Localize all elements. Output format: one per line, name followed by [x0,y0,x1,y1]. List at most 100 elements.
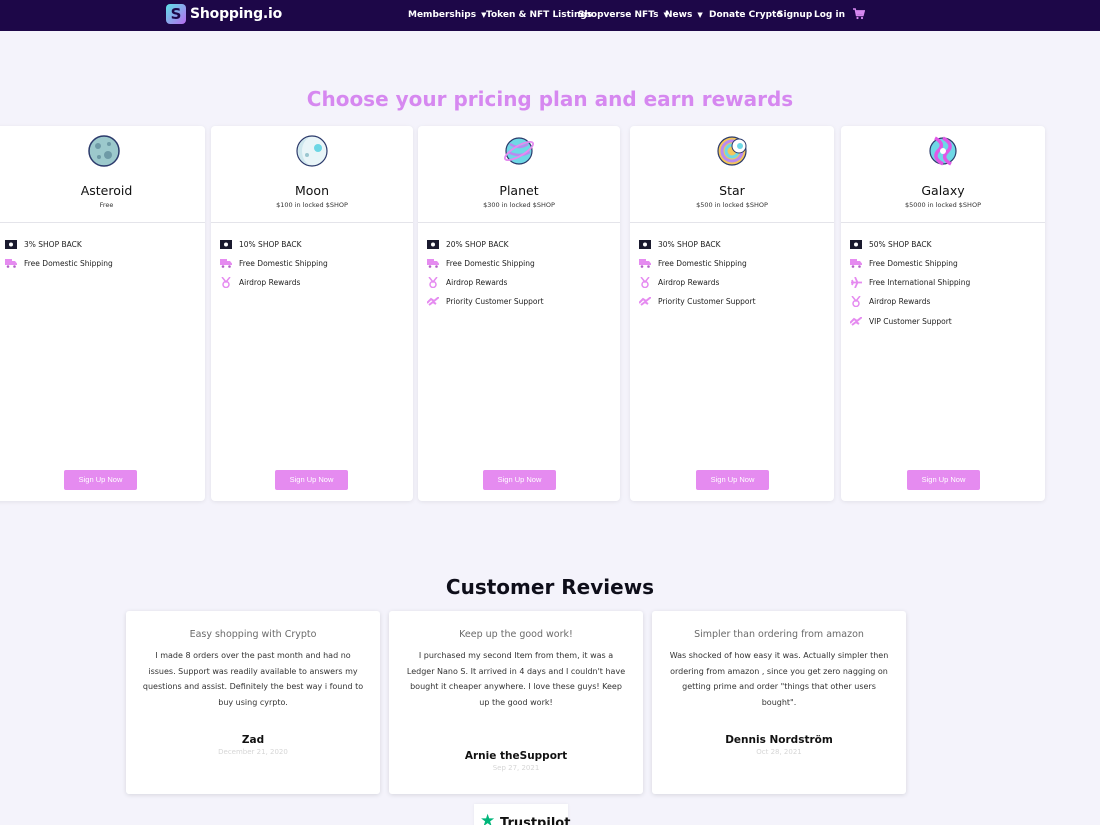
plan-name: Planet [499,183,539,198]
planet-icon [418,134,620,168]
plan-feature: 20% SHOP BACK [427,237,509,251]
reviews-heading: Customer Reviews [445,575,655,599]
review-body: Was shocked of how easy it was. Actually… [669,651,889,707]
star-icon [630,134,834,168]
sign-up-button[interactable]: Sign Up Now [64,470,137,490]
plan-feature: Free Domestic Shipping [850,256,958,270]
logo-icon [166,4,186,24]
plan-feature: VIP Customer Support [850,314,952,328]
feature-label: Free Domestic Shipping [24,258,113,268]
plan-card-galaxy: Galaxy $5000 in locked $SHOP 50% SHOP BA… [841,126,1045,501]
feature-label: Airdrop Rewards [658,277,720,287]
nav-label: Donate Crypto [709,10,783,20]
site-logo[interactable]: Shopping.io [166,3,282,25]
truck-icon [5,258,17,268]
feature-label: Airdrop Rewards [869,296,931,306]
nav-signup[interactable]: Signup [777,0,812,31]
plan-feature: 30% SHOP BACK [639,237,721,251]
feature-label: Priority Customer Support [446,296,544,306]
ticket-icon [5,239,17,249]
nav-shopverse-nfts[interactable]: Shopverse NFTs ▼ [578,0,669,31]
feature-label: 3% SHOP BACK [24,239,82,249]
sign-up-button[interactable]: Sign Up Now [696,470,769,490]
feature-label: 30% SHOP BACK [658,239,721,249]
nav-label: Log in [814,10,845,20]
nav-label: News [665,10,693,20]
plan-feature: Airdrop Rewards [850,294,930,308]
nav-login[interactable]: Log in [814,0,845,31]
feature-label: 50% SHOP BACK [869,239,932,249]
nav-news[interactable]: News ▼ [665,0,703,31]
medal-icon [850,295,862,307]
trustpilot-star-icon: ★ [480,811,496,825]
feature-label: VIP Customer Support [869,316,952,326]
review-card: Easy shopping with Crypto I made 8 order… [126,611,380,794]
moon-icon [211,134,413,168]
plane-icon [850,276,862,288]
chevron-down-icon: ▼ [697,11,703,19]
pricing-heading: Choose your pricing plan and earn reward… [306,87,794,111]
truck-icon [220,258,232,268]
review-title: Keep up the good work! [459,629,573,640]
sign-up-button[interactable]: Sign Up Now [483,470,556,490]
galaxy-icon [841,134,1045,168]
feature-label: Free Domestic Shipping [239,258,328,268]
ticket-icon [427,239,439,249]
plan-name: Galaxy [921,183,965,198]
plan-price: $5000 in locked $SHOP [904,201,981,209]
plan-feature: 3% SHOP BACK [5,237,82,251]
plan-price: Free [99,201,114,209]
sign-up-button[interactable]: Sign Up Now [275,470,348,490]
handshake-icon [850,316,862,326]
plan-feature: 10% SHOP BACK [220,237,302,251]
plan-feature: Priority Customer Support [427,294,544,308]
plan-feature: Free Domestic Shipping [220,256,328,270]
cart-icon[interactable] [853,8,865,20]
nav-label: Shopverse NFTs [578,10,659,20]
nav-label: Token & NFT Listings [486,10,593,20]
divider [418,222,620,223]
divider [841,222,1045,223]
medal-icon [220,276,232,288]
review-date: December 21, 2020 [218,748,288,756]
ticket-icon [850,239,862,249]
plan-card-asteroid: Asteroid Free 3% SHOP BACK Free Domestic… [0,126,205,501]
plan-name: Star [719,183,745,198]
ticket-icon [639,239,651,249]
plan-feature: Free International Shipping [850,275,970,289]
plan-feature: Airdrop Rewards [427,275,507,289]
feature-label: Airdrop Rewards [239,277,301,287]
plan-feature: Airdrop Rewards [639,275,719,289]
asteroid-icon [0,134,205,168]
nav-memberships[interactable]: Memberships ▼ [408,0,486,31]
plan-name: Moon [294,183,329,198]
nav-token-nft-listings[interactable]: Token & NFT Listings [486,0,592,31]
review-title: Easy shopping with Crypto [189,629,317,640]
plan-price: $100 in locked $SHOP [276,201,348,209]
review-body: I purchased my second Item from them, it… [406,651,626,707]
nav-label: Signup [777,10,813,20]
medal-icon [427,276,439,288]
plan-price: $300 in locked $SHOP [483,201,555,209]
plan-feature: Priority Customer Support [639,294,756,308]
divider [630,222,834,223]
review-body: I made 8 orders over the past month and … [142,651,364,707]
handshake-icon [639,296,651,306]
review-date: Oct 28, 2021 [756,748,802,756]
review-card: Simpler than ordering from amazon Was sh… [652,611,906,794]
handshake-icon [427,296,439,306]
feature-label: Free International Shipping [869,277,971,287]
sign-up-button[interactable]: Sign Up Now [907,470,980,490]
plan-name: Asteroid [80,183,133,198]
trustpilot-label: Trustpilot [500,816,571,825]
plan-card-moon: Moon $100 in locked $SHOP 10% SHOP BACK … [211,126,413,501]
plan-feature: Airdrop Rewards [220,275,300,289]
nav-donate-crypto[interactable]: Donate Crypto [709,0,783,31]
review-card: Keep up the good work! I purchased my se… [389,611,643,794]
review-date: Sep 27, 2021 [492,764,540,772]
review-author: Arnie theSupport [464,750,568,762]
ticket-icon [220,239,232,249]
feature-label: Airdrop Rewards [446,277,508,287]
trustpilot-widget[interactable]: ★ Trustpilot [474,804,571,825]
truck-icon [850,258,862,268]
